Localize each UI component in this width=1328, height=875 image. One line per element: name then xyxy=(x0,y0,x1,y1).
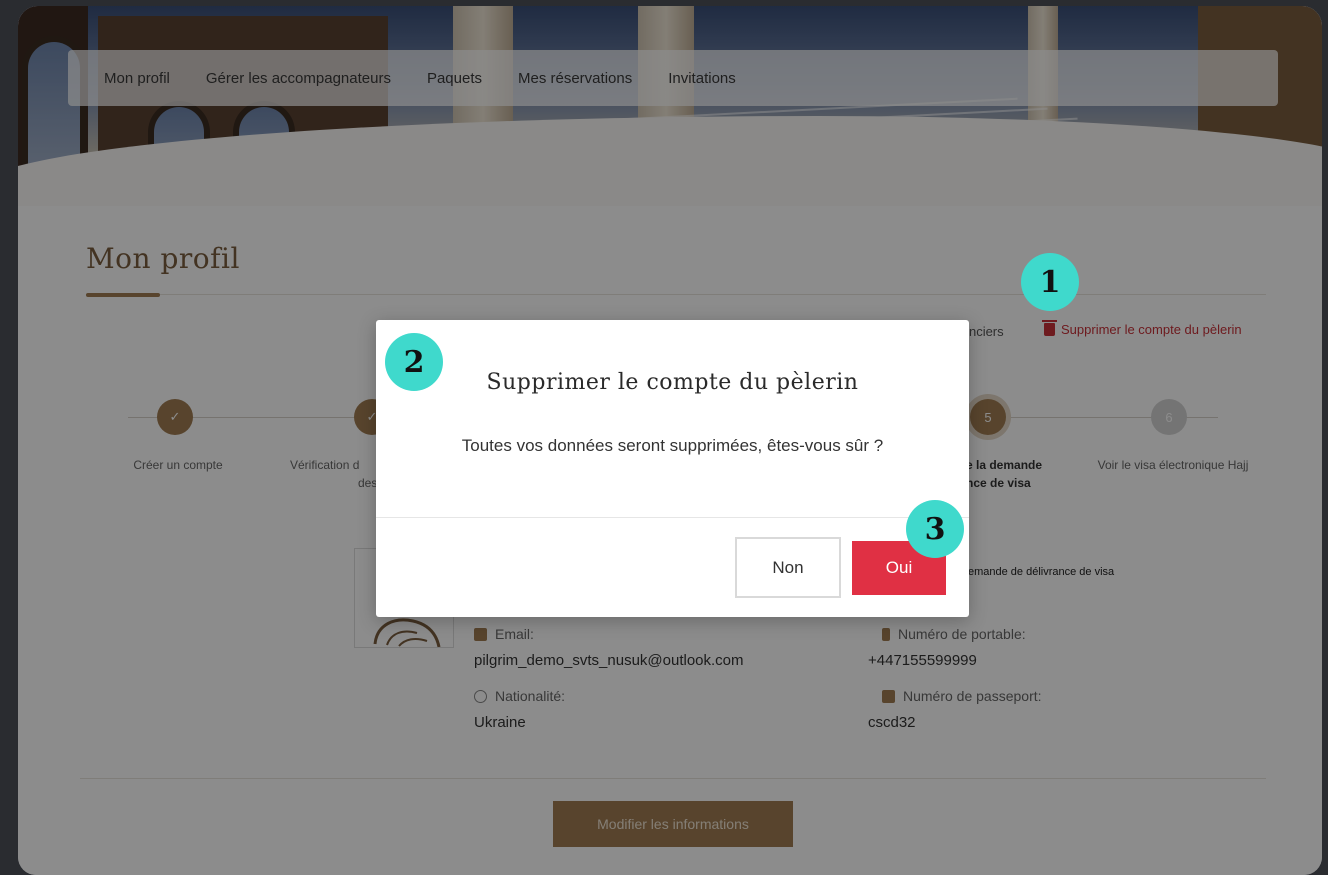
step-badge-2: 2 xyxy=(385,333,443,391)
cancel-button[interactable]: Non xyxy=(735,537,841,598)
dialog-divider xyxy=(376,517,969,518)
delete-confirm-dialog: Supprimer le compte du pèlerin Toutes vo… xyxy=(376,320,969,617)
step-badge-3: 3 xyxy=(906,500,964,558)
dialog-message: Toutes vos données seront supprimées, êt… xyxy=(461,436,884,455)
dialog-title: Supprimer le compte du pèlerin xyxy=(486,370,859,395)
step-badge-1: 1 xyxy=(1021,253,1079,311)
